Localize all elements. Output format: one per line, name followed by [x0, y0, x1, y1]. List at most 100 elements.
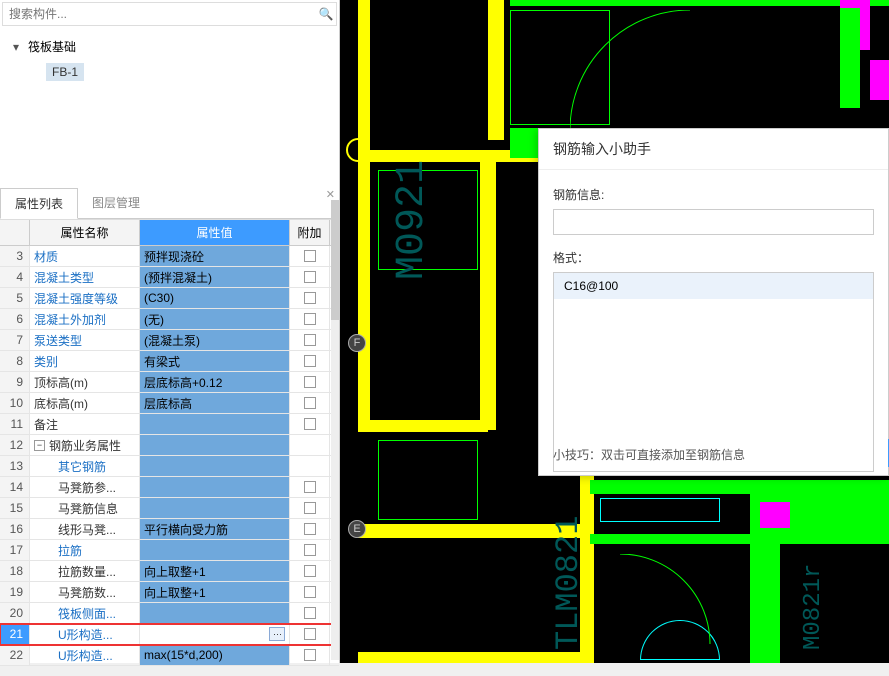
property-value[interactable]: 层底标高+0.12: [140, 372, 290, 392]
property-value[interactable]: ⋯: [140, 624, 290, 644]
property-row[interactable]: 4混凝土类型(预拌混凝土): [0, 267, 339, 288]
property-add[interactable]: [290, 246, 330, 266]
scrollbar-thumb[interactable]: [331, 200, 339, 320]
property-value[interactable]: [140, 414, 290, 434]
property-add[interactable]: [290, 561, 330, 581]
property-row[interactable]: 7泵送类型(混凝土泵): [0, 330, 339, 351]
property-row[interactable]: 20筏板侧面...: [0, 603, 339, 624]
property-name: 混凝土强度等级: [30, 288, 140, 308]
property-add[interactable]: [290, 519, 330, 539]
checkbox[interactable]: [304, 313, 316, 325]
property-row[interactable]: 21U形构造...⋯: [0, 624, 339, 645]
panel-tabs: 属性列表 图层管理: [0, 188, 339, 219]
property-add[interactable]: [290, 645, 330, 665]
property-add[interactable]: [290, 435, 330, 455]
property-row[interactable]: 8类别有梁式: [0, 351, 339, 372]
search-input[interactable]: [3, 7, 316, 21]
expand-icon[interactable]: −: [34, 440, 45, 451]
checkbox[interactable]: [304, 376, 316, 388]
property-value[interactable]: 向上取整+1: [140, 582, 290, 602]
property-row[interactable]: 17拉筋: [0, 540, 339, 561]
checkbox[interactable]: [304, 502, 316, 514]
tree-item-fb1[interactable]: FB-1: [46, 63, 84, 81]
property-value[interactable]: 有梁式: [140, 351, 290, 371]
checkbox[interactable]: [304, 565, 316, 577]
property-row[interactable]: 10底标高(m)层底标高: [0, 393, 339, 414]
property-add[interactable]: [290, 372, 330, 392]
checkbox[interactable]: [304, 292, 316, 304]
collapse-icon[interactable]: ▾: [10, 40, 22, 54]
property-add[interactable]: [290, 477, 330, 497]
property-value[interactable]: 平行横向受力筋: [140, 519, 290, 539]
checkbox[interactable]: [304, 607, 316, 619]
property-add[interactable]: [290, 498, 330, 518]
property-value[interactable]: [140, 540, 290, 560]
property-row[interactable]: 14马凳筋参...: [0, 477, 339, 498]
property-add[interactable]: [290, 456, 330, 476]
row-number: 19: [0, 582, 30, 602]
format-list[interactable]: C16@100: [553, 272, 874, 472]
property-row[interactable]: 19马凳筋数...向上取整+1: [0, 582, 339, 603]
checkbox[interactable]: [304, 523, 316, 535]
checkbox[interactable]: [304, 649, 316, 661]
property-value[interactable]: 向上取整+1: [140, 561, 290, 581]
component-tree: ▾ 筏板基础 FB-1: [0, 28, 339, 188]
property-value[interactable]: 层底标高: [140, 393, 290, 413]
property-row[interactable]: 15马凳筋信息: [0, 498, 339, 519]
property-add[interactable]: [290, 267, 330, 287]
checkbox[interactable]: [304, 397, 316, 409]
dialog-tip: 小技巧：双击可直接添加至钢筋信息: [553, 446, 745, 463]
property-value[interactable]: 预拌现浇砼: [140, 246, 290, 266]
tree-root-row[interactable]: ▾ 筏板基础: [10, 34, 329, 59]
property-row[interactable]: 11备注: [0, 414, 339, 435]
property-value[interactable]: [140, 477, 290, 497]
property-value[interactable]: [140, 435, 290, 455]
property-row[interactable]: 6混凝土外加剂(无): [0, 309, 339, 330]
checkbox[interactable]: [304, 481, 316, 493]
property-row[interactable]: 18拉筋数量...向上取整+1: [0, 561, 339, 582]
property-value[interactable]: [140, 456, 290, 476]
property-name: −钢筋业务属性: [30, 435, 140, 455]
checkbox[interactable]: [304, 418, 316, 430]
property-add[interactable]: [290, 540, 330, 560]
property-name: 筏板侧面...: [30, 603, 140, 623]
ellipsis-button[interactable]: ⋯: [269, 627, 285, 641]
tab-layers[interactable]: 图层管理: [78, 188, 154, 218]
format-item[interactable]: C16@100: [554, 273, 873, 299]
property-add[interactable]: [290, 582, 330, 602]
property-row[interactable]: 16线形马凳...平行横向受力筋: [0, 519, 339, 540]
property-name: 混凝土外加剂: [30, 309, 140, 329]
property-row[interactable]: 12−钢筋业务属性: [0, 435, 339, 456]
rebar-info-input[interactable]: [553, 209, 874, 235]
tab-properties[interactable]: 属性列表: [0, 188, 78, 219]
checkbox[interactable]: [304, 334, 316, 346]
property-value[interactable]: max(15*d,200): [140, 645, 290, 665]
property-row[interactable]: 9顶标高(m)层底标高+0.12: [0, 372, 339, 393]
property-value[interactable]: [140, 498, 290, 518]
checkbox[interactable]: [304, 250, 316, 262]
property-value[interactable]: (C30): [140, 288, 290, 308]
property-row[interactable]: 5混凝土强度等级(C30): [0, 288, 339, 309]
property-add[interactable]: [290, 351, 330, 371]
scrollbar-vertical[interactable]: [331, 200, 339, 660]
property-value[interactable]: (预拌混凝土): [140, 267, 290, 287]
checkbox[interactable]: [304, 544, 316, 556]
property-row[interactable]: 3材质预拌现浇砼: [0, 246, 339, 267]
checkbox[interactable]: [304, 586, 316, 598]
property-value[interactable]: [140, 603, 290, 623]
property-add[interactable]: [290, 393, 330, 413]
checkbox[interactable]: [304, 271, 316, 283]
property-add[interactable]: [290, 603, 330, 623]
property-add[interactable]: [290, 414, 330, 434]
property-value[interactable]: (无): [140, 309, 290, 329]
property-add[interactable]: [290, 288, 330, 308]
checkbox[interactable]: [304, 355, 316, 367]
property-add[interactable]: [290, 330, 330, 350]
checkbox[interactable]: [304, 628, 316, 640]
property-value[interactable]: (混凝土泵): [140, 330, 290, 350]
property-row[interactable]: 13其它钢筋: [0, 456, 339, 477]
header-value[interactable]: 属性值: [140, 220, 290, 245]
search-icon[interactable]: 🔍: [316, 7, 336, 21]
property-add[interactable]: [290, 309, 330, 329]
property-add[interactable]: [290, 624, 330, 644]
